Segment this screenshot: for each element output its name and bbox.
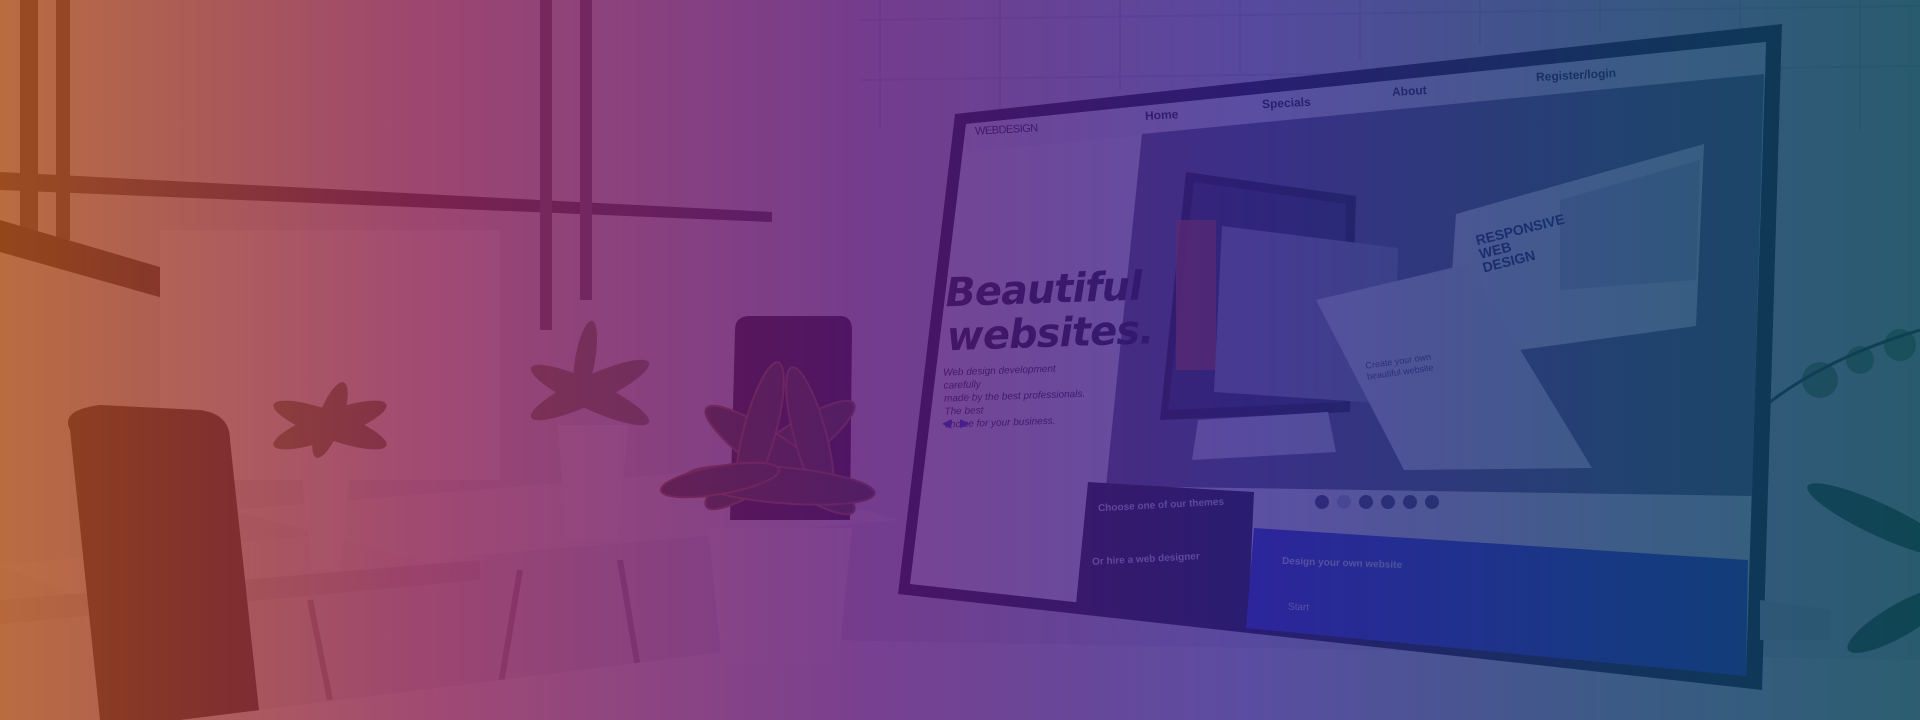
logo-light: DESIGN xyxy=(998,122,1039,137)
hero-next-arrow[interactable]: ▶ xyxy=(960,416,969,430)
office-scene xyxy=(0,0,1920,720)
hero-prev-arrow[interactable]: ◀ xyxy=(942,416,951,430)
start-button[interactable]: Start xyxy=(1288,602,1309,614)
nav-about[interactable]: About xyxy=(1392,83,1427,99)
nav-home[interactable]: Home xyxy=(1145,107,1179,123)
hero-title: Beautiful websites. xyxy=(944,263,1155,361)
logo-bold: WEB xyxy=(974,124,999,138)
nav-specials[interactable]: Specials xyxy=(1262,95,1311,112)
hero-title-line2: websites. xyxy=(946,307,1155,361)
